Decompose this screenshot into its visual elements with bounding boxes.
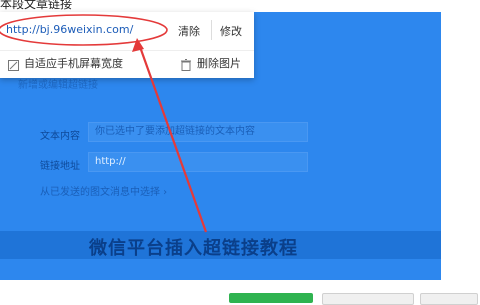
annotation-arrow <box>137 43 208 233</box>
highlight-ellipse <box>0 14 168 46</box>
annotation-overlay <box>0 14 208 233</box>
